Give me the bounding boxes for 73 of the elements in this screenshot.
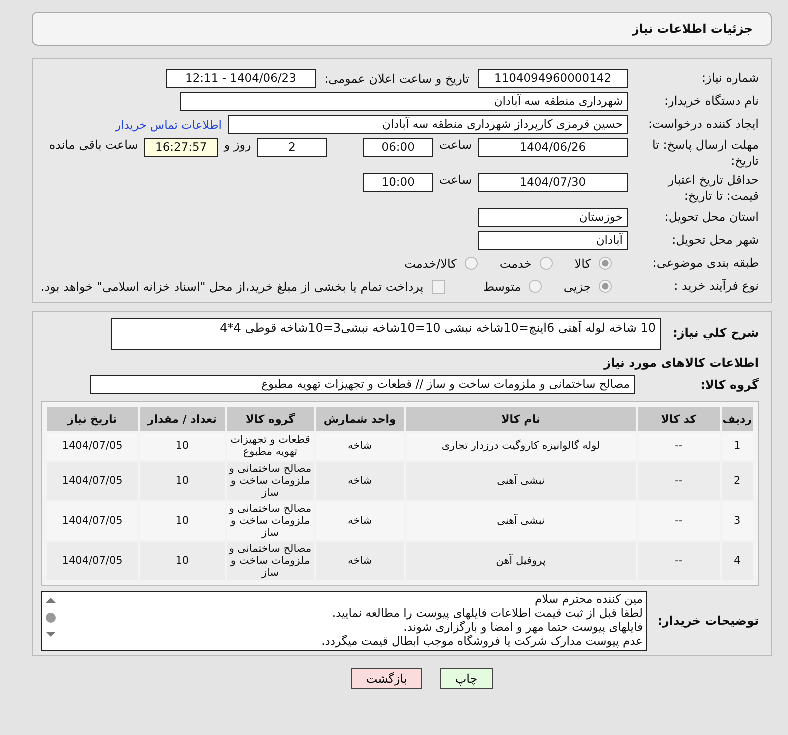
column-header: تاریخ نیاز: [47, 407, 138, 432]
field-label: ایجاد کننده درخواست:: [647, 116, 759, 132]
table-cell: شاخه: [316, 542, 404, 580]
column-header: ردیف: [722, 407, 753, 432]
remaining-time-field: 16:27:57: [144, 138, 218, 157]
radio-button[interactable]: [540, 257, 553, 270]
table-cell: 10: [140, 542, 225, 580]
field-label: تاریخ و ساعت اعلان عمومی:: [324, 72, 470, 86]
field-label: شماره نیاز:: [701, 70, 759, 86]
field-label: شهر محل تحویل:: [671, 233, 759, 249]
radio-button[interactable]: [599, 280, 612, 294]
table-cell: مصالح ساختمانی و ملزومات ساخت و ساز: [226, 462, 314, 500]
column-header: نام کالا: [406, 407, 636, 432]
note-line: عدم پیوست مدارک شرکت یا فروشگاه موجب ابطال قیمت میگردد.: [322, 634, 643, 648]
table-cell: شاخه: [316, 462, 404, 500]
need-number-field: 1104094960000142: [478, 69, 628, 88]
buyer-field: شهرداری منطقه سه آبادان: [180, 92, 628, 111]
table-cell: 1404/07/05: [47, 542, 138, 580]
field-label: مهلت ارسال پاسخ: تا تاریخ:: [651, 138, 759, 170]
column-header: گروه کالا: [226, 407, 314, 432]
column-header: کد کالا: [638, 407, 720, 432]
time-field: 10:00: [363, 173, 434, 192]
table-cell: نبشی آهنی: [406, 462, 636, 500]
radio-button[interactable]: [529, 280, 542, 294]
radio-button[interactable]: [599, 257, 612, 270]
field-label: نام دستگاه خریدار:: [664, 94, 759, 110]
date-field: 1404/06/26: [478, 138, 628, 157]
announce-date-field: 1404/06/23 - 12:11: [166, 69, 316, 88]
time-label: ساعت: [439, 173, 472, 188]
table-cell: 1404/07/05: [47, 462, 138, 500]
table-cell: --: [638, 542, 720, 580]
section-title: اطلاعات کالاهای مورد نیاز: [604, 356, 759, 370]
radio-label: کالا: [574, 256, 591, 271]
table-cell: --: [638, 462, 720, 500]
time-label: ساعت: [439, 138, 472, 152]
city-field: آبادان: [478, 231, 628, 250]
field-label: توضیحات خریدار:: [659, 614, 759, 628]
radio-button[interactable]: [464, 257, 478, 270]
back-button[interactable]: بازگشت: [351, 668, 422, 690]
date-field: 1404/07/30: [478, 173, 628, 192]
radio-label: متوسط: [483, 280, 522, 294]
field-label: گروه کالا:: [700, 378, 759, 392]
field-label: استان محل تحویل:: [664, 210, 759, 226]
radio-label: جزیی: [564, 280, 592, 294]
field-label: طبقه بندی موضوعی:: [652, 256, 759, 272]
field-label: شرح کلي نياز:: [672, 325, 759, 340]
table-cell: 4: [722, 542, 753, 580]
days-field: 2: [257, 138, 328, 157]
table-cell: 2: [722, 462, 753, 500]
description-field: 10 شاخه لوله آهنی 6اینچ=10شاخه نبشی 10=10شاخه نبشی3=10شاخه قوطی 4*4: [111, 318, 661, 350]
contact-link[interactable]: اطلاعات تماس خریدار: [115, 118, 222, 132]
radio-label: کالا/خدمت: [404, 256, 457, 271]
checkbox-label: پرداخت تمام یا بخشی از مبلغ خرید،از محل "اسناد خزانه اسلامی" خواهد بود.: [41, 280, 424, 294]
note-line: مین کننده محترم سلام: [534, 592, 643, 606]
page-title: جزئیات اطلاعات نیاز: [632, 22, 753, 36]
checkbox[interactable]: [432, 280, 446, 294]
column-header: واحد شمارش: [316, 407, 404, 432]
requester-field: حسین قرمزی کارپرداز شهرداری منطقه سه آبادان: [228, 115, 628, 134]
table-cell: 10: [140, 462, 225, 500]
print-button[interactable]: چاپ: [440, 668, 493, 690]
remaining-label: ساعت باقی مانده: [49, 138, 138, 152]
field-label: نوع فرآیند خرید :: [673, 279, 759, 295]
note-line: لطفا قبل از ثبت قیمت اطلاعات فایلهای پیوست را مطالعه نمایید.: [331, 606, 643, 620]
note-line: فایلهای پیوست حتما مهر و امضا و بارگزاری شوند.: [402, 620, 643, 634]
days-label: روز و: [224, 138, 252, 152]
radio-label: خدمت: [500, 256, 532, 271]
table-cell: مصالح ساختمانی و ملزومات ساخت و ساز: [226, 542, 314, 580]
field-label: حداقل تاریخ اعتبار قیمت: تا تاریخ:: [666, 173, 759, 204]
goods-group-field: مصالح ساختمانی و ملزومات ساخت و ساز // قطعات و تجهیزات تهویه مطبوع: [90, 375, 635, 394]
time-field: 06:00: [363, 138, 434, 157]
province-field: خوزستان: [478, 208, 628, 228]
table-cell: پروفیل آهن: [406, 542, 636, 580]
column-header: تعداد / مقدار: [140, 407, 225, 432]
